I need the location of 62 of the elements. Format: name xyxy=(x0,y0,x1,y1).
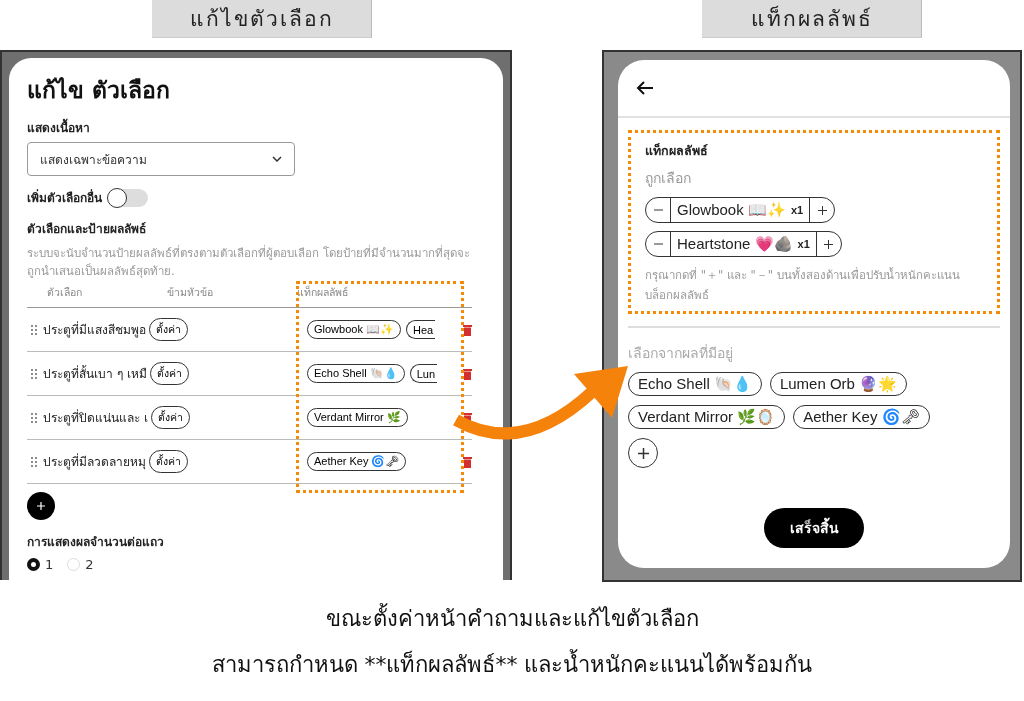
content-select[interactable]: แสดงเฉพาะข้อความ xyxy=(27,142,295,176)
section-heading: ตัวเลือกและป้ายผลลัพธ์ xyxy=(27,221,147,238)
tag-chip[interactable]: Glowbook 📖✨ xyxy=(307,320,401,339)
tag-chip[interactable]: Lun xyxy=(409,364,437,383)
section-label: แก้ไขตัวเลือก xyxy=(152,0,372,38)
drag-handle-icon[interactable] xyxy=(31,456,37,467)
column-header: ตัวเลือก xyxy=(47,285,83,300)
tag-chip[interactable]: Echo Shell 🐚💧 xyxy=(307,364,405,383)
minus-icon xyxy=(653,243,663,245)
add-button[interactable] xyxy=(628,438,658,468)
tag-chip[interactable]: Aether Key 🌀🗝 xyxy=(793,405,930,429)
toggle-label: เพิ่มตัวเลือกอื่น xyxy=(27,188,102,207)
section-label: แท็กผลลัพธ์ xyxy=(702,0,922,38)
settings-button[interactable]: ตั้งค่า xyxy=(150,406,190,429)
settings-button[interactable]: ตั้งค่า xyxy=(149,450,188,473)
add-button[interactable] xyxy=(27,492,55,520)
radio-label: 2 xyxy=(85,557,94,572)
tag-chip[interactable]: Aether Key 🌀🗝 xyxy=(307,452,407,471)
option-text: ประตูที่มีแสงสีชมพูอ xyxy=(43,320,146,339)
section-heading: แท็กผลลัพธ์ xyxy=(645,142,709,160)
chevron-down-icon xyxy=(272,156,282,162)
option-text: ประตูที่มีลวดลายหมุ xyxy=(43,452,146,471)
subheading: ถูกเลือก xyxy=(645,169,692,189)
count-label: x1 xyxy=(790,204,804,216)
toggle-switch[interactable] xyxy=(108,188,148,207)
hint-text: กรุณากดที่ "＋" และ "－" บนทั้งสองด้านเพื่อปรับน้ำหนักคะแนนบล็อกผลลัพธ์ xyxy=(645,266,961,304)
trash-icon[interactable] xyxy=(463,455,472,468)
tag-chip[interactable]: Hea xyxy=(406,320,436,339)
description-text: ระบบจะนับจำนวนป้ายผลลัพธ์ที่ตรงตามตัวเลือกที่ผู้ตอบเลือก โดยป้ายที่มีจำนวนมากที่สุดจะถูกนำเสนอเป็นผลลัพธ์สุดท้าย. xyxy=(27,244,471,280)
section-heading: การแสดงผลจำนวนต่อแถว xyxy=(27,534,165,551)
count-label: x1 xyxy=(797,238,810,250)
trash-icon[interactable] xyxy=(463,367,472,380)
plus-icon xyxy=(817,205,827,215)
tag-label: Heartstone 💗🪨 xyxy=(677,235,793,253)
done-button[interactable]: เสร็จสิ้น xyxy=(764,508,864,548)
tag-chip[interactable]: Lumen Orb 🔮🌟 xyxy=(769,372,908,396)
tag-chip[interactable]: Echo Shell 🐚💧 xyxy=(628,372,762,396)
settings-button[interactable]: ตั้งค่า xyxy=(149,362,189,385)
caption-text: ขณะตั้งค่าหน้าคำถามและแก้ไขตัวเลือก xyxy=(0,596,1024,642)
radio-label: 1 xyxy=(45,557,54,572)
drag-handle-icon[interactable] xyxy=(31,412,37,423)
drag-handle-icon[interactable] xyxy=(31,368,37,379)
settings-button[interactable]: ตั้งค่า xyxy=(149,318,188,341)
drag-handle-icon[interactable] xyxy=(31,324,37,335)
tag-chip[interactable]: Verdant Mirror 🌿 xyxy=(307,408,408,427)
plus-icon xyxy=(37,502,45,510)
column-header: แท็กผลลัพธ์ xyxy=(297,284,348,300)
minus-icon xyxy=(653,209,663,211)
plus-icon xyxy=(824,239,834,249)
back-arrow-icon[interactable] xyxy=(636,80,654,96)
field-label: แสดงเนื้อหา xyxy=(27,118,481,137)
caption-text: สามารถกำหนด **แท็กผลลัพธ์** และน้ำหนักคะแนนได้พร้อมกัน xyxy=(0,642,1024,688)
radio-button[interactable] xyxy=(27,558,40,571)
dialog-title: แก้ไข ตัวเลือก xyxy=(27,76,171,105)
tag-label: Glowbook 📖✨ xyxy=(677,201,786,219)
option-text: ประตูที่สั้นเบา ๆ เหมื xyxy=(43,364,147,383)
option-text: ประตูที่ปิดแน่นและ เ xyxy=(43,408,148,427)
trash-icon[interactable] xyxy=(463,323,472,336)
subheading: เลือกจากผลที่มีอยู่ xyxy=(628,343,734,364)
column-header: ข้ามหัวข้อ xyxy=(167,285,214,300)
plus-icon xyxy=(637,447,649,459)
tag-chip[interactable]: Verdant Mirror 🌿🪞 xyxy=(628,405,786,429)
